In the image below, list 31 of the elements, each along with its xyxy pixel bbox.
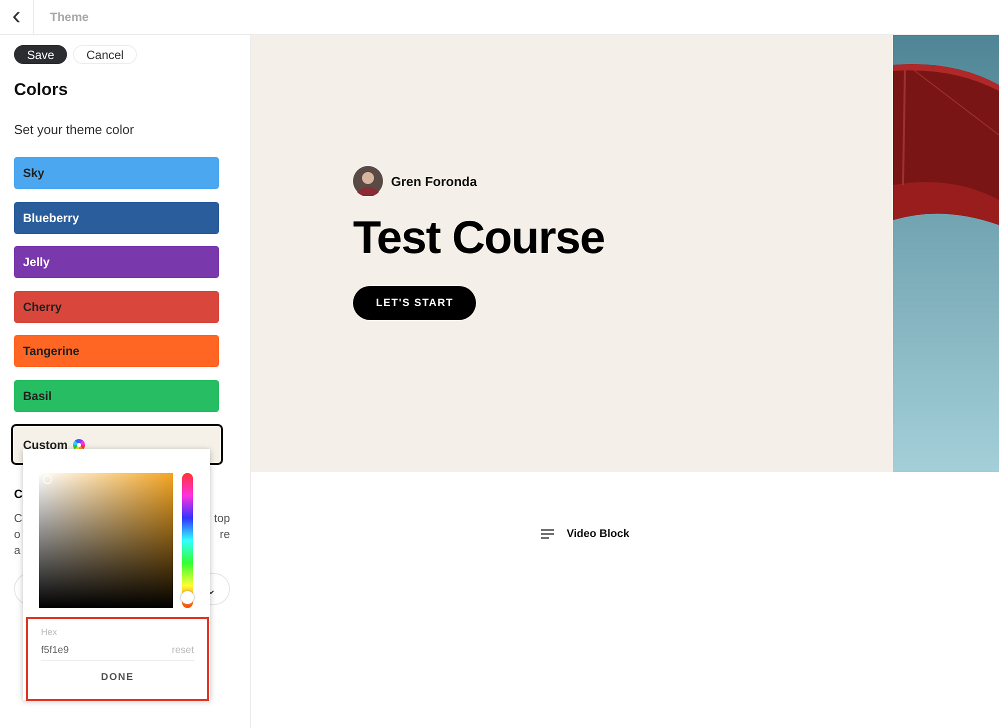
description-text: o	[14, 529, 20, 543]
back-button[interactable]: ‹	[12, 2, 21, 32]
color-option[interactable]: Sky	[14, 157, 219, 189]
start-button[interactable]: LET'S START	[353, 286, 476, 320]
section-heading: Colors	[14, 80, 69, 100]
save-button[interactable]: Save	[14, 45, 68, 64]
hex-input[interactable]: f5f1e9	[41, 645, 69, 656]
course-title: Test Course	[353, 210, 606, 264]
color-option[interactable]: Jelly	[14, 246, 219, 278]
description-text: re	[220, 529, 230, 543]
color-option[interactable]: Blueberry	[14, 202, 219, 234]
author-name: Gren Foronda	[391, 174, 477, 188]
picker-handle[interactable]	[43, 475, 52, 484]
section-subtitle: Set your theme color	[14, 122, 135, 137]
color-option[interactable]: Basil	[14, 380, 219, 412]
block-label: Video Block	[566, 528, 630, 540]
description-text: a	[14, 545, 20, 559]
slider-thumb[interactable]	[181, 591, 194, 604]
saturation-picker[interactable]	[39, 473, 173, 608]
hue-slider[interactable]	[182, 473, 193, 608]
description-text: C	[14, 513, 22, 527]
cancel-button[interactable]: Cancel	[73, 45, 137, 64]
section-heading: C	[14, 487, 24, 501]
avatar-icon	[353, 166, 383, 196]
description-text: top	[214, 513, 230, 527]
color-option[interactable]: Tangerine	[14, 335, 219, 367]
page-title: Theme	[50, 10, 89, 24]
done-button[interactable]: DONE	[95, 671, 140, 684]
text-block-icon	[540, 529, 555, 539]
hex-label: Hex	[41, 627, 58, 637]
color-option[interactable]: Cherry	[14, 290, 219, 322]
